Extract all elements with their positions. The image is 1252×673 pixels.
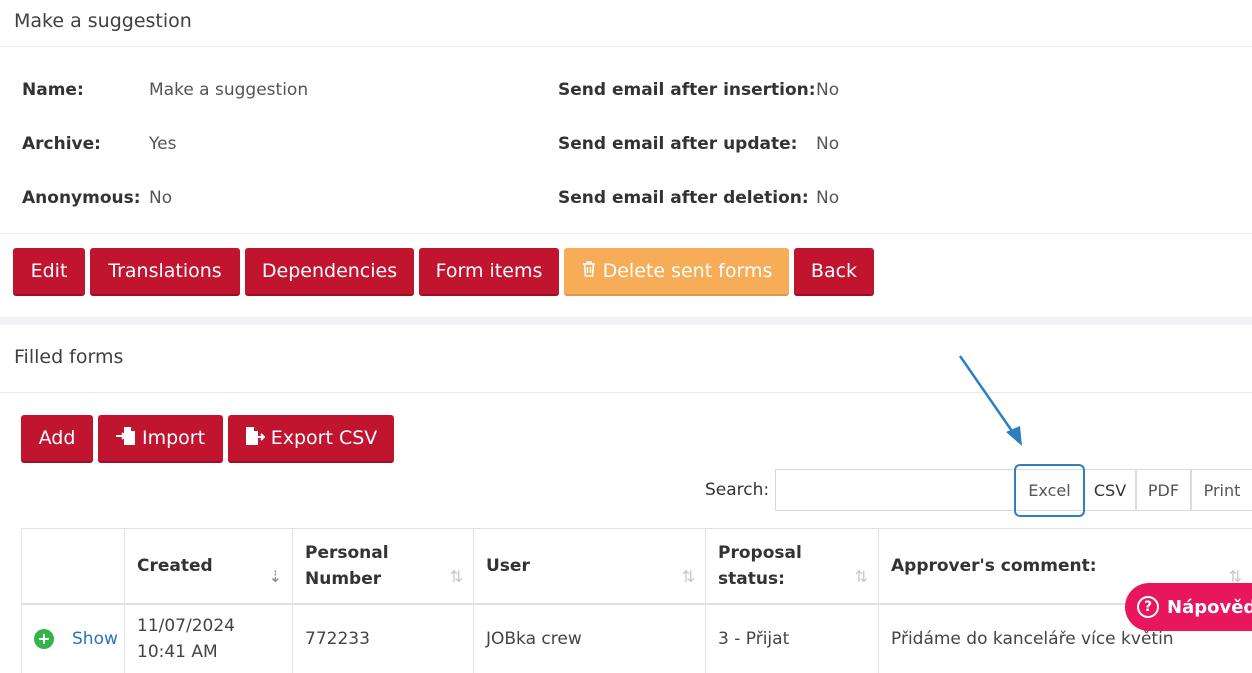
dependencies-button[interactable]: Dependencies: [245, 248, 414, 296]
panel-title: Make a suggestion: [14, 10, 192, 32]
help-label: Nápověda: [1167, 596, 1252, 618]
annotation-arrow-icon: [958, 355, 1022, 446]
trash-icon: [581, 260, 597, 283]
export-csv-label: Export CSV: [270, 427, 378, 449]
email-update-label: Send email after update:: [558, 134, 798, 154]
column-header-personal-number-label: Personal Number: [305, 543, 389, 589]
edit-button[interactable]: Edit: [13, 248, 85, 296]
column-header-proposal-status-label: Proposal status:: [718, 543, 802, 589]
column-header-user[interactable]: User ⇅: [473, 528, 705, 605]
created-cell: 11/07/2024 10:41 AM: [124, 605, 292, 673]
archive-value: Yes: [149, 134, 177, 154]
question-icon: ?: [1137, 596, 1159, 618]
csv-button[interactable]: CSV: [1084, 469, 1136, 511]
anonymous-value: No: [149, 188, 173, 208]
pdf-button[interactable]: PDF: [1136, 469, 1191, 511]
import-icon: [115, 426, 136, 451]
anonymous-label: Anonymous:: [22, 188, 141, 208]
sort-icon: ⇅: [681, 567, 695, 586]
email-delete-label: Send email after deletion:: [558, 188, 809, 208]
file-export-icon: [245, 426, 266, 451]
column-header-created[interactable]: Created ⇣: [124, 528, 292, 605]
filled-forms-title: Filled forms: [14, 346, 124, 368]
search-input[interactable]: [775, 469, 1013, 511]
translations-button[interactable]: Translations: [90, 248, 240, 296]
excel-highlight: [1014, 464, 1085, 517]
email-insert-label: Send email after insertion:: [558, 80, 816, 100]
back-button[interactable]: Back: [794, 248, 874, 296]
column-header-blank: [21, 528, 124, 605]
sort-icon: ⇅: [449, 567, 463, 586]
import-label: Import: [141, 427, 206, 449]
column-header-personal-number[interactable]: Personal Number ⇅: [292, 528, 473, 605]
column-header-proposal-status[interactable]: Proposal status: ⇅: [705, 528, 878, 605]
column-header-user-label: User: [486, 556, 530, 576]
help-button[interactable]: ? Nápověda: [1125, 583, 1252, 631]
show-link[interactable]: Show: [72, 629, 118, 649]
print-button[interactable]: Print: [1191, 469, 1252, 511]
add-button[interactable]: Add: [21, 415, 93, 463]
user-cell: JOBka crew: [473, 605, 705, 673]
export-csv-button[interactable]: Export CSV: [228, 415, 394, 463]
table-row-show-cell[interactable]: + Show: [21, 605, 124, 673]
archive-label: Archive:: [22, 134, 101, 154]
search-label: Search:: [705, 480, 770, 500]
form-items-button[interactable]: Form items: [419, 248, 559, 296]
import-button[interactable]: Import: [98, 415, 223, 463]
delete-sent-forms-label: Delete sent forms: [602, 260, 773, 282]
expand-plus-icon[interactable]: +: [34, 629, 54, 649]
sort-desc-icon: ⇣: [268, 567, 282, 586]
personal-number-cell: 772233: [292, 605, 473, 673]
email-delete-value: No: [816, 188, 840, 208]
name-label: Name:: [22, 80, 84, 100]
sort-icon: ⇅: [854, 567, 868, 586]
email-update-value: No: [816, 134, 840, 154]
column-header-created-label: Created: [137, 556, 213, 576]
email-insert-value: No: [816, 80, 840, 100]
proposal-status-cell: 3 - Přijat: [705, 605, 878, 673]
delete-sent-forms-button[interactable]: Delete sent forms: [564, 248, 789, 296]
name-value: Make a suggestion: [149, 80, 309, 100]
column-header-approver-comment-label: Approver's comment:: [891, 556, 1097, 576]
